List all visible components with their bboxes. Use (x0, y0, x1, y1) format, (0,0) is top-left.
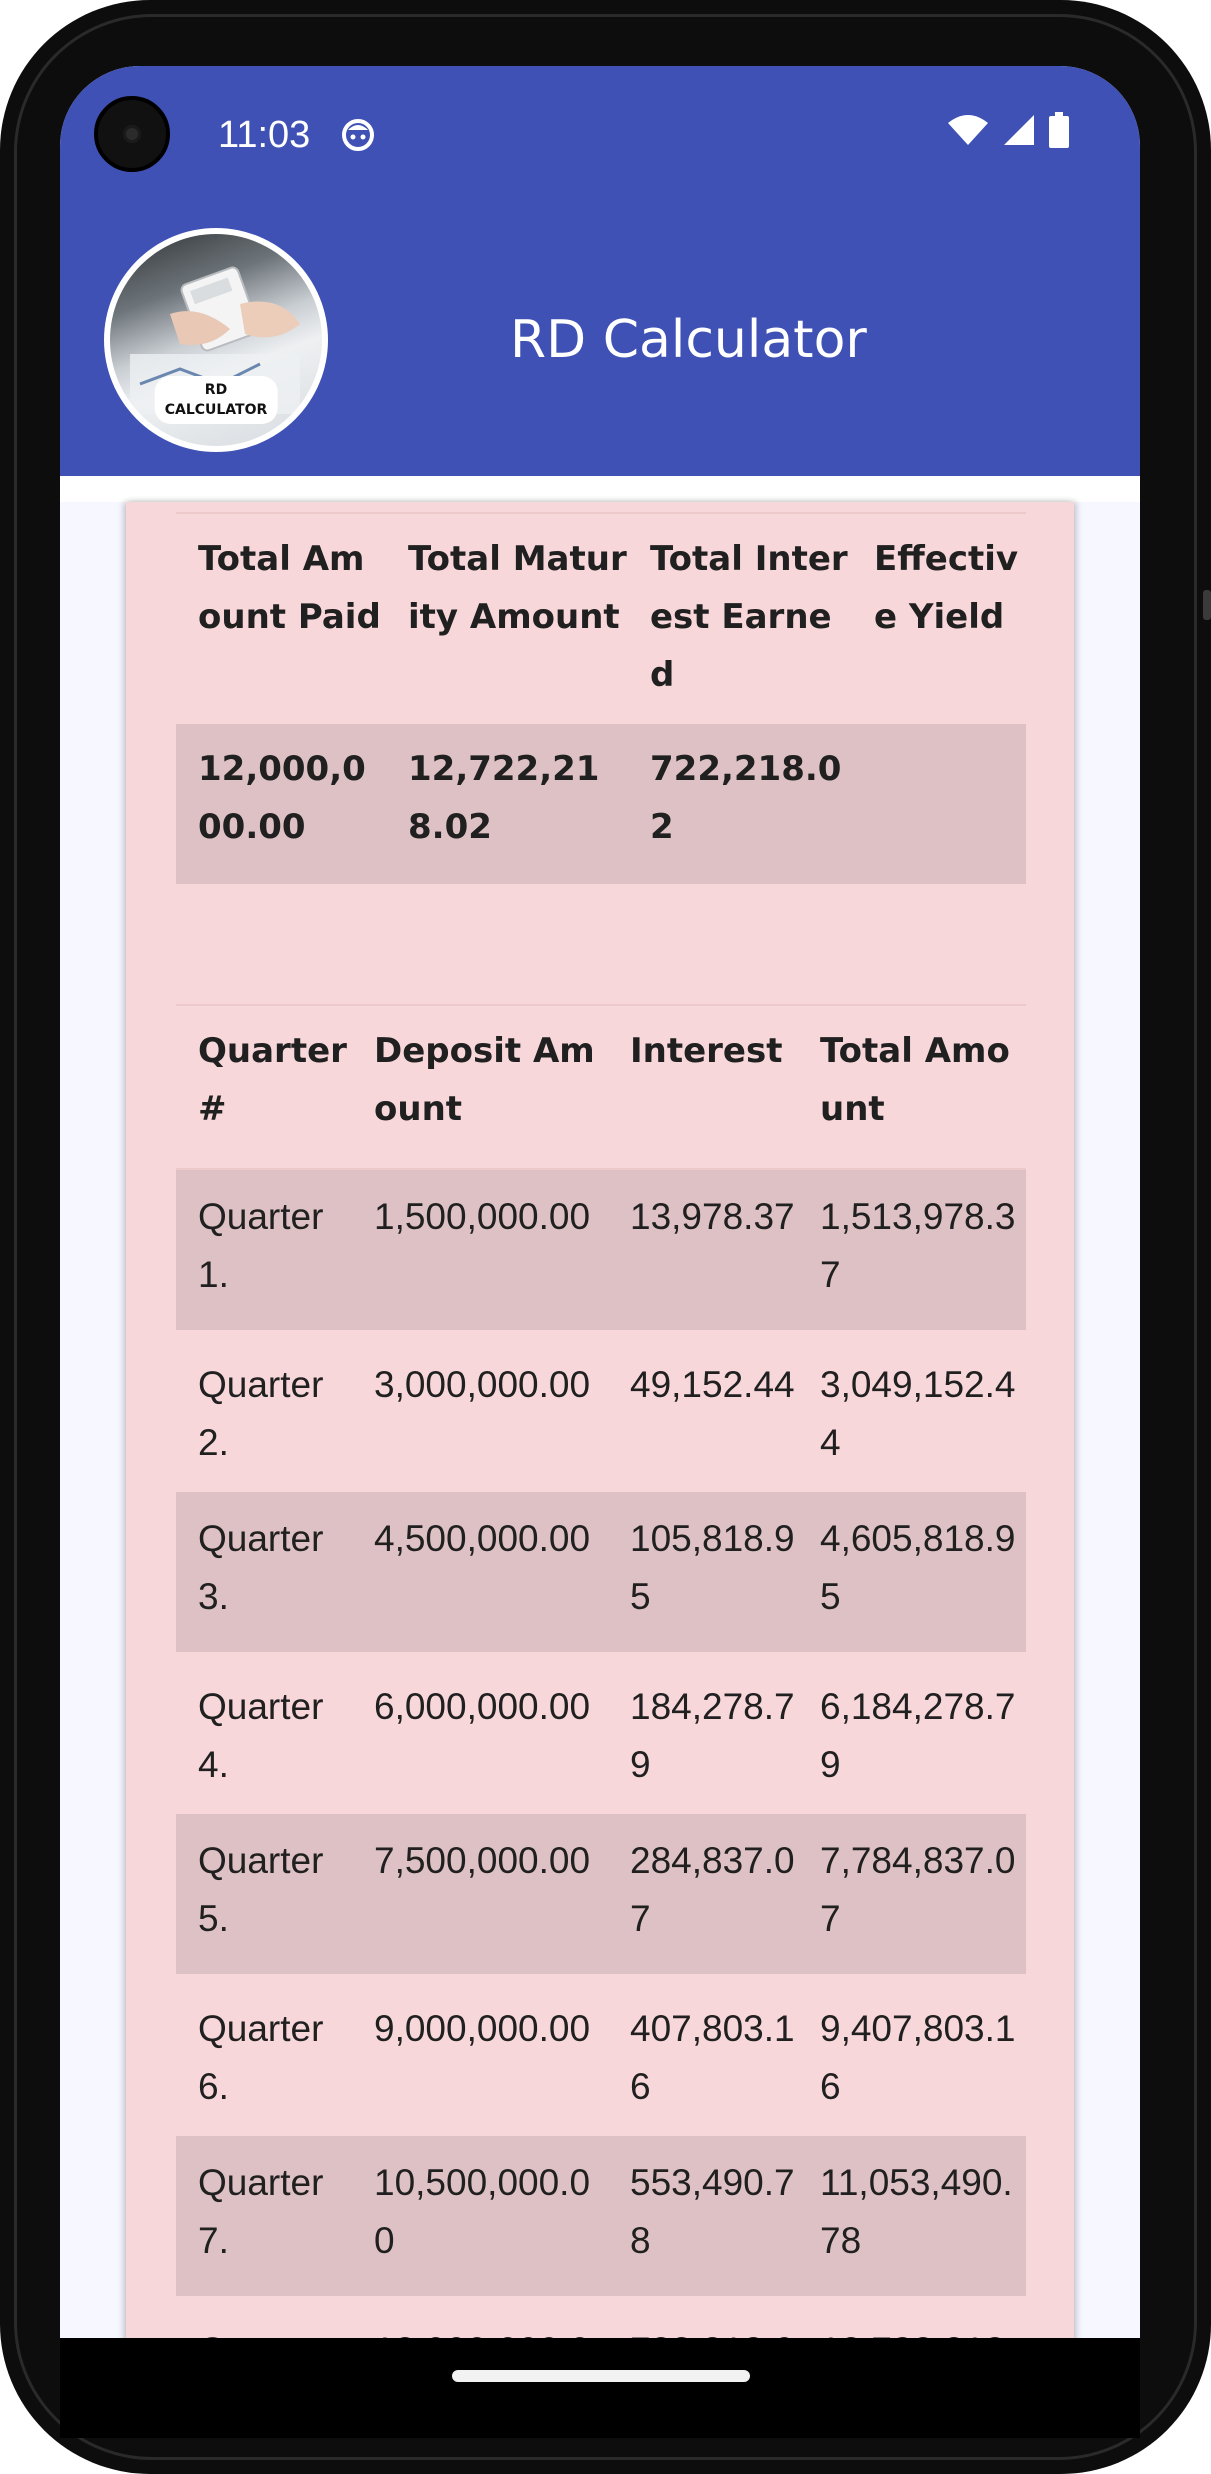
cell-interest: 284,837.07 (630, 1840, 795, 1939)
schedule-header-row: Quarter# Deposit Amount Interest Total A… (176, 1006, 1026, 1168)
power-button (1203, 590, 1211, 620)
cell-deposit-amount: 6,000,000.00 (374, 1686, 591, 1727)
table-row: Quarter 5. 7,500,000.00 284,837.07 7,784… (176, 1814, 1026, 1974)
cell-interest: 553,490.78 (630, 2162, 795, 2261)
value-effective-yield (852, 740, 1026, 864)
cell-interest: 722,218.02 (608, 2322, 798, 2338)
header-deposit-amount: Deposit Amount (374, 1031, 595, 1129)
cell-interest: 49,152.44 (630, 1364, 795, 1405)
header-total-maturity-amount: Total Maturity Amount (408, 539, 627, 637)
table-row: Quarter 2. 3,000,000.00 49,152.44 3,049,… (176, 1330, 1026, 1492)
cell-interest: 105,818.95 (630, 1518, 795, 1617)
value-total-amount-paid: 12,000,000.00 (198, 749, 366, 847)
cell-quarter: Quarter 8. (176, 2322, 352, 2338)
cell-deposit-amount: 1,500,000.00 (374, 1196, 591, 1237)
cell-total-amount: 4,605,818.95 (820, 1518, 1016, 1617)
cell-quarter: Quarter 2. (198, 1364, 324, 1463)
table-row: Quarter 6. 9,000,000.00 407,803.16 9,407… (176, 1974, 1026, 2136)
cell-deposit-amount: 4,500,000.00 (374, 1518, 591, 1559)
screen: 11:03 RD CALCULATOR RD Calculator Total … (60, 66, 1140, 2338)
home-gesture-handle[interactable] (452, 2370, 750, 2382)
front-camera (94, 96, 170, 172)
cell-quarter: Quarter 6. (198, 2008, 324, 2107)
header-total-amount: Total Amount (820, 1031, 1010, 1129)
logo-text-calculator: CALCULATOR (164, 402, 268, 418)
value-total-maturity-amount: 12,722,218.02 (408, 749, 600, 847)
logo-image: RD CALCULATOR (110, 234, 322, 446)
header-total-amount-paid: Total Amount Paid (198, 539, 381, 637)
app-logo[interactable]: RD CALCULATOR (104, 228, 328, 452)
quarterly-schedule-table: Quarter# Deposit Amount Interest Total A… (176, 1004, 1026, 2338)
value-total-interest-earned: 722,218.02 (650, 749, 842, 847)
cell-deposit-amount: 12,000,000.00 (352, 2322, 608, 2338)
cell-total-amount: 7,784,837.07 (820, 1840, 1016, 1939)
header-total-interest-earned: Total Interest Earned (650, 539, 848, 695)
table-row: Quarter 3. 4,500,000.00 105,818.95 4,605… (176, 1492, 1026, 1652)
cell-interest: 13,978.37 (630, 1196, 795, 1237)
navigation-bar (60, 2338, 1140, 2438)
table-row: Quarter 7. 10,500,000.00 553,490.78 11,0… (176, 2136, 1026, 2296)
header-interest: Interest (630, 1031, 783, 1071)
cell-deposit-amount: 7,500,000.00 (374, 1840, 591, 1881)
table-row: Quarter 4. 6,000,000.00 184,278.79 6,184… (176, 1652, 1026, 1814)
cell-interest: 407,803.16 (630, 2008, 795, 2107)
cell-total-amount: 12,722,218.02 (798, 2322, 1026, 2338)
header-effective-yield: Effective Yield (874, 539, 1019, 637)
battery-icon (1049, 112, 1069, 148)
summary-header-row: Total Amount Paid Total Maturity Amount … (176, 514, 1026, 724)
cell-quarter: Quarter 5. (198, 1840, 324, 1939)
cell-quarter: Quarter 7. (198, 2162, 324, 2261)
cell-total-amount: 9,407,803.16 (820, 2008, 1016, 2107)
cell-quarter: Quarter 3. (198, 1518, 324, 1617)
cell-total-amount: 1,513,978.37 (820, 1196, 1016, 1295)
cell-total-amount: 6,184,278.79 (820, 1686, 1016, 1785)
cell-total-amount: 3,049,152.44 (820, 1364, 1016, 1463)
table-row: Quarter 8. 12,000,000.00 722,218.02 12,7… (176, 2296, 1026, 2338)
page-title: RD Calculator (510, 310, 867, 370)
signal-icon (1004, 115, 1034, 145)
cell-quarter: Quarter 4. (198, 1686, 324, 1785)
cell-deposit-amount: 3,000,000.00 (374, 1364, 591, 1405)
phone-frame: 11:03 RD CALCULATOR RD Calculator Total … (0, 0, 1211, 2474)
summary-value-row: 12,000,000.00 12,722,218.02 722,218.02 (176, 724, 1026, 884)
status-icons (946, 112, 1070, 148)
cell-interest: 184,278.79 (630, 1686, 795, 1785)
logo-tag: RD CALCULATOR (154, 376, 278, 424)
table-row: Quarter 1. 1,500,000.00 13,978.37 1,513,… (176, 1170, 1026, 1330)
results-card: Total Amount Paid Total Maturity Amount … (126, 502, 1074, 2338)
logo-text-rd: RD (204, 382, 228, 398)
wifi-icon (948, 115, 988, 145)
content-top-spacer (60, 476, 1140, 502)
cell-total-amount: 11,053,490.78 (820, 2162, 1013, 2261)
header-quarter: Quarter# (198, 1031, 347, 1129)
android-face-icon (342, 119, 374, 151)
cell-deposit-amount: 10,500,000.00 (374, 2162, 591, 2261)
status-time: 11:03 (218, 114, 311, 156)
summary-table: Total Amount Paid Total Maturity Amount … (176, 512, 1026, 884)
app-bar: 11:03 RD CALCULATOR RD Calculator (60, 66, 1140, 476)
cell-deposit-amount: 9,000,000.00 (374, 2008, 591, 2049)
cell-quarter: Quarter 1. (198, 1196, 324, 1295)
